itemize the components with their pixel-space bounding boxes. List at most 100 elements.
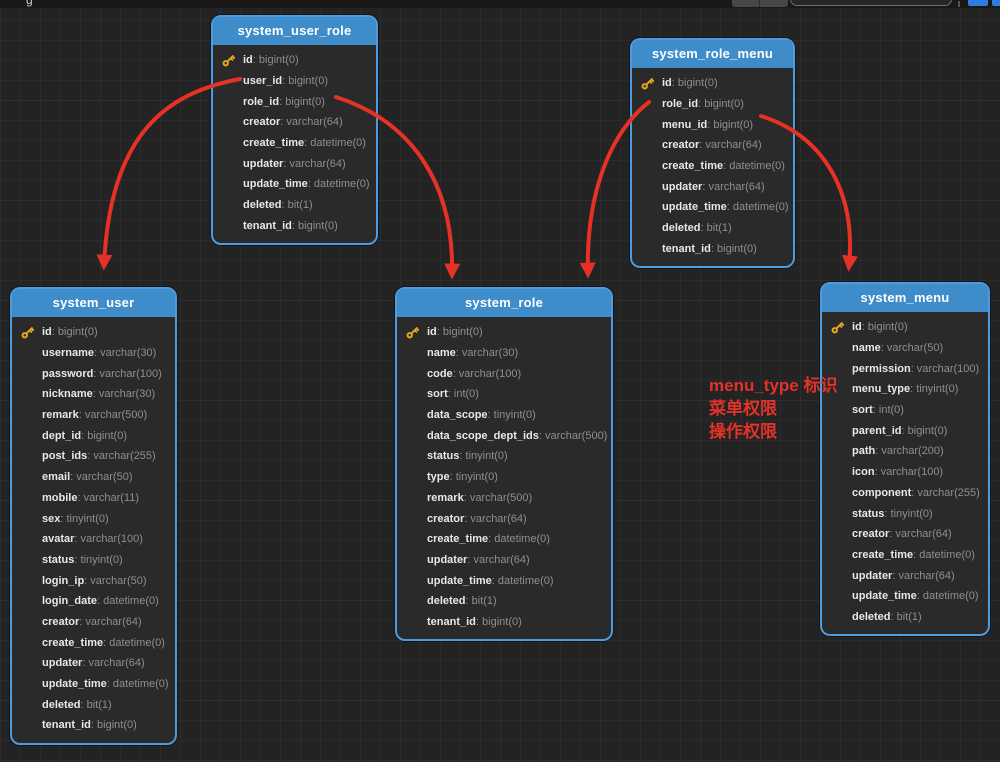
field-row-create_time[interactable]: create_time: datetime(0) [822,545,988,566]
field-row-name[interactable]: name: varchar(50) [822,338,988,359]
field-row-permission[interactable]: permission: varchar(100) [822,358,988,379]
field-type: : varchar(255) [87,450,155,462]
field-row-role_id[interactable]: role_id: bigint(0) [632,94,793,115]
table-system_user[interactable]: system_user id: bigint(0)username: varcha… [10,287,177,745]
field-row-id[interactable]: id: bigint(0) [213,50,376,71]
field-row-creator[interactable]: creator: varchar(64) [12,612,175,633]
field-row-sex[interactable]: sex: tinyint(0) [12,508,175,529]
field-row-creator[interactable]: creator: varchar(64) [397,508,611,529]
field-row-data_scope_dept_ids[interactable]: data_scope_dept_ids: varchar(500) [397,425,611,446]
field-row-id[interactable]: id: bigint(0) [12,322,175,343]
primary-key-icon [831,321,844,334]
field-row-deleted[interactable]: deleted: bit(1) [822,607,988,628]
field-row-path[interactable]: path: varchar(200) [822,441,988,462]
primary-key-icon [641,77,654,90]
field-row-name[interactable]: name: varchar(30) [397,343,611,364]
field-row-parent_id[interactable]: parent_id: bigint(0) [822,420,988,441]
field-row-remark[interactable]: remark: varchar(500) [397,488,611,509]
table-header-system_role_menu[interactable]: system_role_menu [632,40,793,68]
field-row-type[interactable]: type: tinyint(0) [397,467,611,488]
field-row-tenant_id[interactable]: tenant_id: bigint(0) [12,715,175,736]
field-row-deleted[interactable]: deleted: bit(1) [397,591,611,612]
field-row-creator[interactable]: creator: varchar(64) [822,524,988,545]
table-body: id: bigint(0)name: varchar(50)permission… [822,312,988,634]
field-name: login_ip [42,575,84,587]
table-system_menu[interactable]: system_menuid: bigint(0)name: varchar(50… [820,282,990,636]
field-row-tenant_id[interactable]: tenant_id: bigint(0) [397,612,611,633]
field-row-updater[interactable]: updater: varchar(64) [397,550,611,571]
field-row-creator[interactable]: creator: varchar(64) [632,135,793,156]
secondary-action-button[interactable] [992,0,1000,6]
field-name: role_id [662,98,698,110]
field-row-dept_id[interactable]: dept_id: bigint(0) [12,425,175,446]
field-row-deleted[interactable]: deleted: bit(1) [213,195,376,216]
field-row-create_time[interactable]: create_time: datetime(0) [397,529,611,550]
primary-key-icon [21,326,34,339]
field-row-username[interactable]: username: varchar(30) [12,343,175,364]
field-row-updater[interactable]: updater: varchar(64) [12,653,175,674]
field-type: : varchar(64) [79,616,141,628]
field-row-updater[interactable]: updater: varchar(64) [213,153,376,174]
field-type: : datetime(0) [917,590,979,602]
field-row-login_ip[interactable]: login_ip: varchar(50) [12,570,175,591]
field-name: role_id [243,96,279,108]
field-row-tenant_id[interactable]: tenant_id: bigint(0) [632,239,793,260]
field-name: data_scope_dept_ids [427,430,539,442]
field-row-status[interactable]: status: tinyint(0) [822,503,988,524]
table-header-system_user[interactable]: system_user [12,289,175,317]
field-row-create_time[interactable]: create_time: datetime(0) [213,133,376,154]
field-row-password[interactable]: password: varchar(100) [12,363,175,384]
table-system_role_menu[interactable]: system_role_menu id: bigint(0)role_id: bi… [630,38,795,268]
field-row-create_time[interactable]: create_time: datetime(0) [632,156,793,177]
field-row-status[interactable]: status: tinyint(0) [12,550,175,571]
search-input[interactable] [790,0,952,6]
field-row-update_time[interactable]: update_time: datetime(0) [213,174,376,195]
field-row-login_date[interactable]: login_date: datetime(0) [12,591,175,612]
field-row-tenant_id[interactable]: tenant_id: bigint(0) [213,216,376,237]
field-name: type [427,471,450,483]
field-row-avatar[interactable]: avatar: varchar(100) [12,529,175,550]
field-row-updater[interactable]: updater: varchar(64) [822,565,988,586]
annotation-menu-type[interactable]: menu_type 标识 菜单权限 操作权限 [709,374,837,443]
field-row-update_time[interactable]: update_time: datetime(0) [397,570,611,591]
field-row-update_time[interactable]: update_time: datetime(0) [632,197,793,218]
field-row-component[interactable]: component: varchar(255) [822,483,988,504]
field-row-deleted[interactable]: deleted: bit(1) [12,694,175,715]
table-system_role[interactable]: system_roleid: bigint(0)name: varchar(30… [395,287,613,641]
field-name: id [243,54,253,66]
field-row-id[interactable]: id: bigint(0) [397,322,611,343]
field-name: deleted [42,699,81,711]
diagram-canvas[interactable]: system_user_roleid: bigint(0)user_id: bi… [0,0,1000,762]
field-row-update_time[interactable]: update_time: datetime(0) [822,586,988,607]
table-header-system_menu[interactable]: system_menu [822,284,988,312]
field-row-nickname[interactable]: nickname: varchar(30) [12,384,175,405]
field-type: : varchar(255) [911,487,979,499]
field-row-sort[interactable]: sort: int(0) [822,400,988,421]
field-row-updater[interactable]: updater: varchar(64) [632,176,793,197]
field-row-creator[interactable]: creator: varchar(64) [213,112,376,133]
field-type: : bigint(0) [476,616,522,628]
field-row-deleted[interactable]: deleted: bit(1) [632,218,793,239]
field-row-remark[interactable]: remark: varchar(500) [12,405,175,426]
view-toggle-button[interactable] [732,0,788,7]
field-row-sort[interactable]: sort: int(0) [397,384,611,405]
table-header-system_user_role[interactable]: system_user_role [213,17,376,45]
table-system_user_role[interactable]: system_user_roleid: bigint(0)user_id: bi… [211,15,378,245]
field-name: dept_id [42,430,81,442]
field-row-status[interactable]: status: tinyint(0) [397,446,611,467]
field-row-email[interactable]: email: varchar(50) [12,467,175,488]
field-name: update_time [852,590,917,602]
field-row-mobile[interactable]: mobile: varchar(11) [12,488,175,509]
table-body: id: bigint(0)name: varchar(30)code: varc… [397,317,611,639]
field-row-data_scope[interactable]: data_scope: tinyint(0) [397,405,611,426]
table-header-system_role[interactable]: system_role [397,289,611,317]
primary-action-button[interactable] [968,0,988,6]
field-row-id[interactable]: id: bigint(0) [822,317,988,338]
field-row-create_time[interactable]: create_time: datetime(0) [12,632,175,653]
field-row-icon[interactable]: icon: varchar(100) [822,462,988,483]
field-row-id[interactable]: id: bigint(0) [632,73,793,94]
field-row-update_time[interactable]: update_time: datetime(0) [12,674,175,695]
field-row-post_ids[interactable]: post_ids: varchar(255) [12,446,175,467]
field-row-menu_type[interactable]: menu_type: tinyint(0) [822,379,988,400]
field-row-code[interactable]: code: varchar(100) [397,363,611,384]
